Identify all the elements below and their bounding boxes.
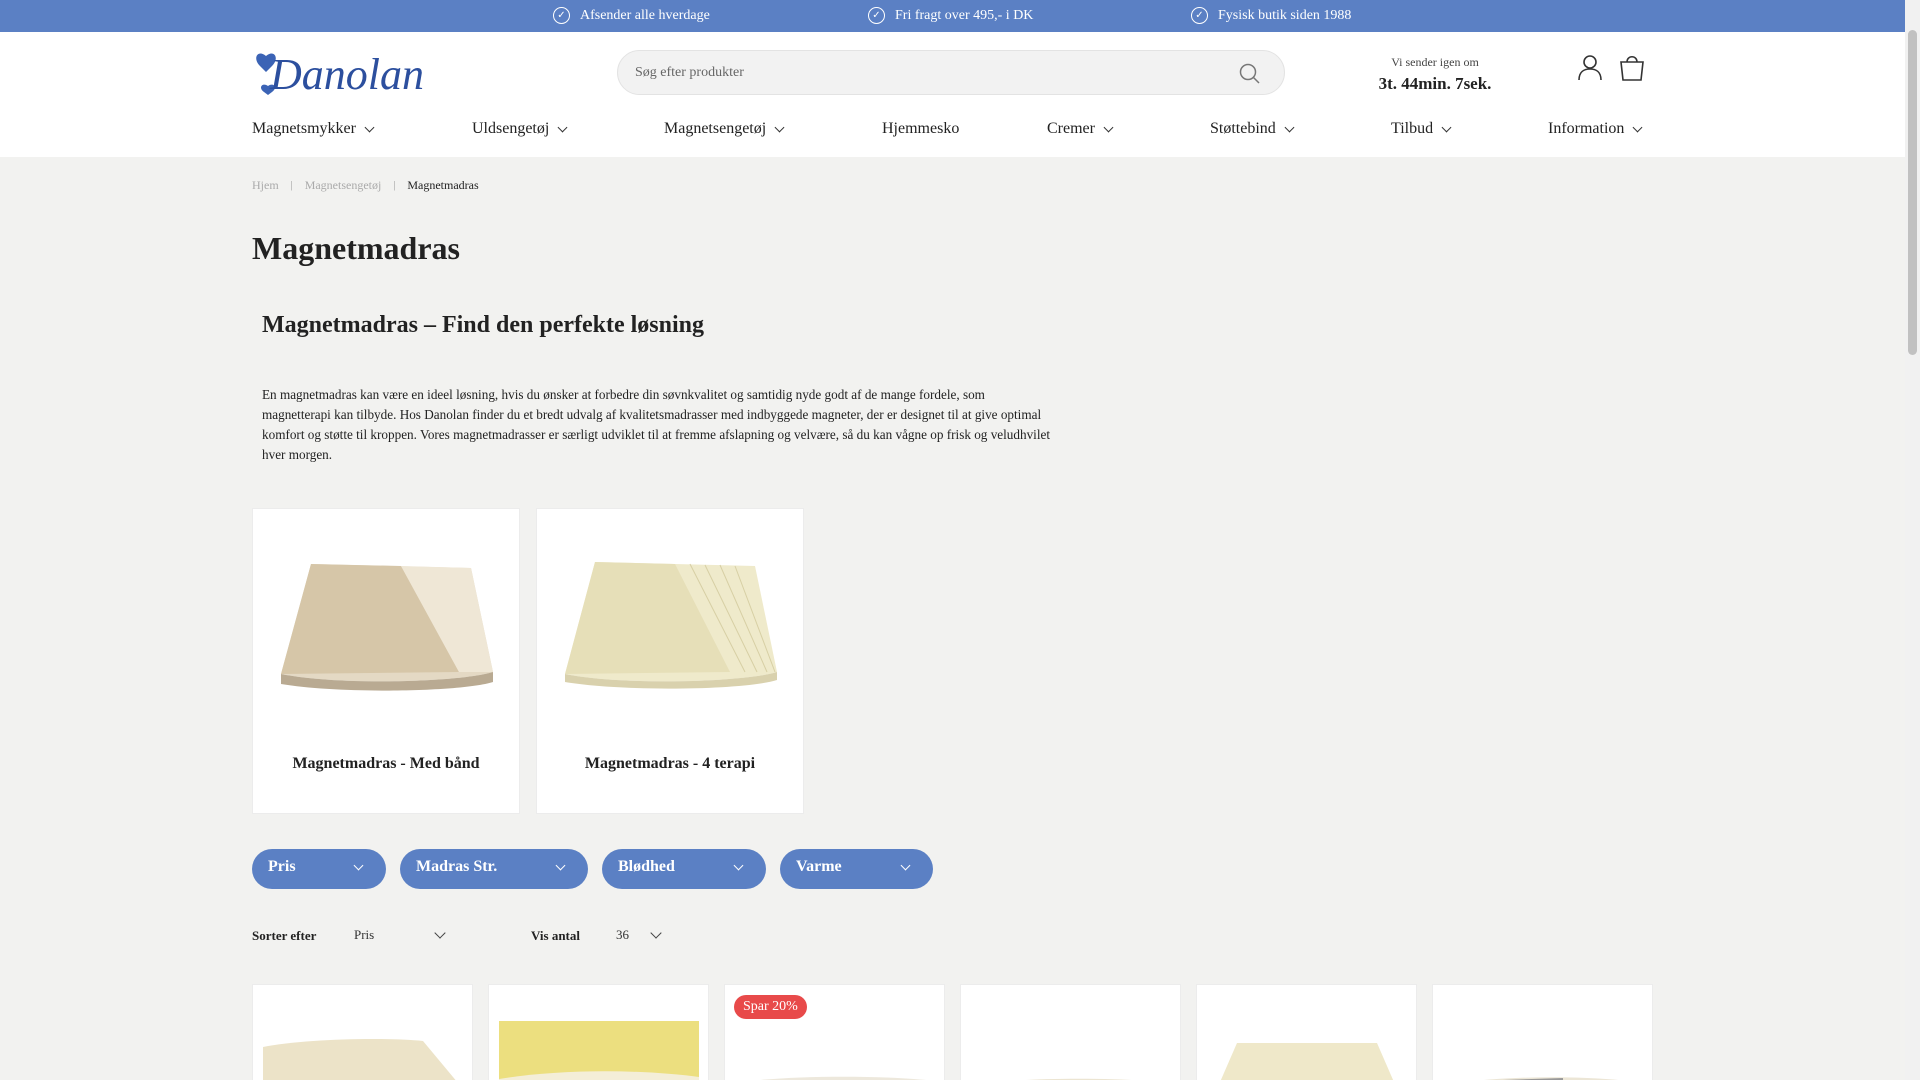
mattress-image bbox=[281, 564, 493, 691]
product-card[interactable] bbox=[252, 984, 473, 1080]
main-navigation: Magnetsmykker Uldsengetøj Magnetsengetøj… bbox=[252, 120, 1647, 144]
nav-item-label: Cremer bbox=[1047, 120, 1095, 137]
category-card-title: Magnetmadras - Med bånd bbox=[292, 755, 480, 772]
search-input[interactable] bbox=[635, 51, 1195, 94]
chevron-down-icon[interactable] bbox=[434, 927, 446, 939]
discount-badge: Spar 20% bbox=[734, 995, 807, 1019]
breadcrumb: Hjem | Magnetsengetøj | Magnetmadras bbox=[252, 178, 479, 193]
usp-item: ✓ Fysisk butik siden 1988 bbox=[1191, 7, 1351, 24]
filter-label: Pris bbox=[268, 858, 296, 875]
logo-text: Danolan bbox=[269, 50, 424, 96]
breadcrumb-separator: | bbox=[290, 180, 293, 191]
chevron-down-icon bbox=[774, 122, 785, 132]
nav-item-stottebind[interactable]: Støttebind bbox=[1210, 120, 1295, 138]
chevron-down-icon bbox=[1103, 122, 1114, 132]
filter-price[interactable]: Pris bbox=[252, 849, 386, 889]
count-label: Vis antal bbox=[531, 928, 580, 943]
category-card[interactable]: Magnetmadras - Med bånd bbox=[252, 508, 520, 814]
chevron-down-icon[interactable] bbox=[650, 927, 662, 939]
chevron-down-icon bbox=[733, 860, 744, 871]
usp-item: ✓ Afsender alle hverdage bbox=[553, 7, 710, 24]
nav-item-cremer[interactable]: Cremer bbox=[1047, 120, 1114, 138]
breadcrumb-separator: | bbox=[393, 180, 396, 191]
chevron-down-icon bbox=[555, 860, 566, 871]
nav-item-label: Information bbox=[1548, 120, 1625, 137]
sort-toolbar: Sorter efter Pris Vis antal 36 bbox=[252, 924, 672, 948]
danolan-logo[interactable]: Danolan bbox=[252, 46, 424, 96]
mattress-image bbox=[565, 562, 777, 689]
chevron-down-icon bbox=[1632, 122, 1643, 132]
product-card[interactable] bbox=[1196, 984, 1417, 1080]
filter-label: Madras Str. bbox=[416, 858, 498, 875]
shipping-countdown: Vi sender igen om 3t. 44min. 7sek. bbox=[1350, 55, 1520, 94]
product-card[interactable] bbox=[960, 984, 1181, 1080]
nav-item-information[interactable]: Information bbox=[1548, 120, 1643, 138]
usp-item: ✓ Fri fragt over 495,- i DK bbox=[868, 7, 1033, 24]
nav-item-label: Tilbud bbox=[1391, 120, 1434, 137]
usp-text: Fysisk butik siden 1988 bbox=[1218, 7, 1352, 23]
usp-text: Fri fragt over 495,- i DK bbox=[895, 7, 1034, 23]
chevron-down-icon bbox=[353, 860, 364, 871]
filter-label: Varme bbox=[796, 858, 842, 875]
chevron-down-icon bbox=[364, 122, 375, 132]
category-card-title: Magnetmadras - 4 terapi bbox=[584, 755, 756, 772]
intro-text: En magnetmadras kan være en ideel løsnin… bbox=[262, 387, 1051, 462]
product-card[interactable] bbox=[1432, 984, 1653, 1080]
chevron-down-icon bbox=[900, 860, 911, 871]
product-card[interactable] bbox=[488, 984, 709, 1080]
nav-item-magnetsmykker[interactable]: Magnetsmykker bbox=[252, 120, 375, 138]
user-account-icon[interactable] bbox=[1575, 52, 1605, 82]
usp-text: Afsender alle hverdage bbox=[580, 7, 710, 23]
breadcrumb-link-home[interactable]: Hjem bbox=[252, 178, 279, 193]
filter-warmth[interactable]: Varme bbox=[780, 849, 933, 889]
filter-label: Blødhed bbox=[618, 858, 675, 875]
breadcrumb-link-magnetsengetoj[interactable]: Magnetsengetøj bbox=[305, 178, 382, 193]
nav-item-tilbud[interactable]: Tilbud bbox=[1391, 120, 1452, 138]
category-card[interactable]: Magnetmadras - 4 terapi bbox=[536, 508, 804, 814]
product-image bbox=[1220, 1043, 1394, 1080]
check-circle-icon: ✓ bbox=[553, 7, 570, 24]
nav-item-label: Hjemmesko bbox=[882, 120, 960, 137]
product-image bbox=[263, 1039, 456, 1080]
sort-label: Sorter efter bbox=[252, 928, 317, 943]
site-header: Danolan Vi sender igen om 3t. 44min. 7se… bbox=[0, 32, 1905, 157]
scrollbar[interactable] bbox=[1905, 0, 1920, 1080]
count-select[interactable]: 36 bbox=[616, 927, 629, 943]
search-icon[interactable] bbox=[1238, 62, 1262, 86]
usp-bar: ✓ Afsender alle hverdage ✓ Fri fragt ove… bbox=[0, 0, 1905, 32]
scrollbar-thumb[interactable] bbox=[1908, 30, 1917, 355]
check-circle-icon: ✓ bbox=[1191, 7, 1208, 24]
countdown-label: Vi sender igen om bbox=[1391, 55, 1479, 69]
chevron-down-icon bbox=[557, 122, 568, 132]
filter-softness[interactable]: Blødhed bbox=[602, 849, 766, 889]
sort-select[interactable]: Pris bbox=[354, 927, 374, 943]
product-image bbox=[1484, 1077, 1619, 1080]
chevron-down-icon bbox=[1284, 122, 1295, 132]
check-circle-icon: ✓ bbox=[868, 7, 885, 24]
shopping-bag-icon[interactable] bbox=[1617, 52, 1647, 82]
page-title: Magnetmadras bbox=[252, 230, 460, 266]
product-image bbox=[1025, 1078, 1133, 1080]
filter-mattress-size[interactable]: Madras Str. bbox=[400, 849, 588, 889]
section-heading: Magnetmadras – Find den perfekte løsning bbox=[262, 312, 705, 338]
nav-item-uldsengetoj[interactable]: Uldsengetøj bbox=[472, 120, 568, 138]
product-image bbox=[760, 1076, 926, 1080]
nav-item-hjemmesko[interactable]: Hjemmesko bbox=[882, 120, 959, 138]
product-card[interactable]: Spar 20% bbox=[724, 984, 945, 1080]
nav-item-label: Magnetsengetøj bbox=[664, 120, 767, 137]
search-bar bbox=[617, 50, 1285, 95]
nav-item-label: Uldsengetøj bbox=[472, 120, 550, 137]
nav-item-magnetsengetoj[interactable]: Magnetsengetøj bbox=[664, 120, 785, 138]
breadcrumb-current: Magnetmadras bbox=[407, 178, 479, 192]
chevron-down-icon bbox=[1441, 122, 1452, 132]
nav-item-label: Støttebind bbox=[1210, 120, 1276, 137]
product-image bbox=[499, 1021, 699, 1080]
countdown-value: 3t. 44min. 7sek. bbox=[1378, 74, 1492, 93]
nav-item-label: Magnetsmykker bbox=[252, 120, 356, 137]
